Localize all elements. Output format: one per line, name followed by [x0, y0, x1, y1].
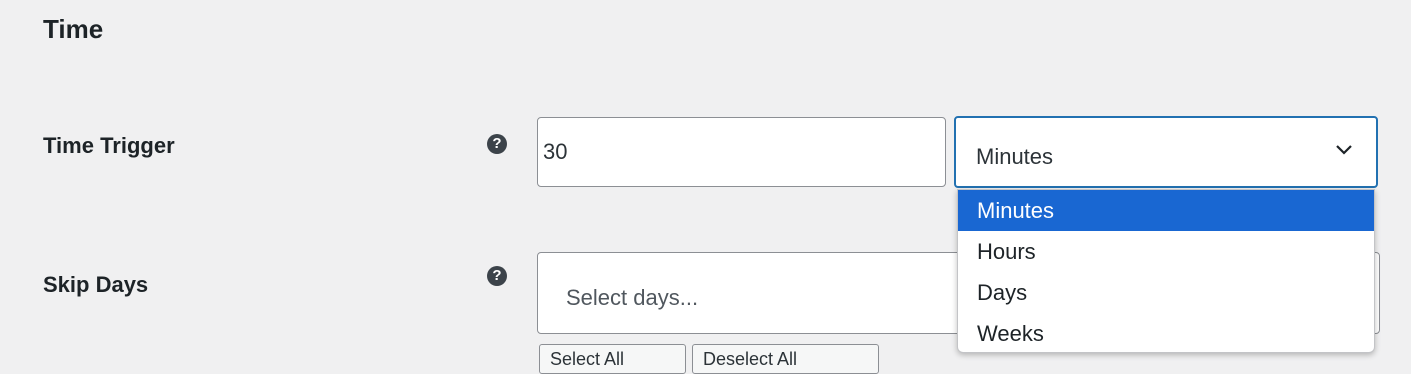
- chevron-down-icon: [1336, 145, 1352, 155]
- skip-days-label: Skip Days: [43, 272, 149, 297]
- time-unit-option-days[interactable]: Days: [958, 272, 1374, 313]
- deselect-all-button[interactable]: Deselect All: [692, 344, 879, 374]
- select-all-button[interactable]: Select All: [539, 344, 686, 374]
- time-unit-option-minutes[interactable]: Minutes: [958, 190, 1374, 231]
- time-unit-dropdown-list: Minutes Hours Days Weeks: [957, 189, 1375, 353]
- time-unit-option-weeks[interactable]: Weeks: [958, 313, 1374, 352]
- section-title: Time: [43, 14, 104, 44]
- time-trigger-label: Time Trigger: [43, 133, 175, 158]
- help-icon[interactable]: ?: [487, 134, 507, 154]
- time-unit-option-hours[interactable]: Hours: [958, 231, 1374, 272]
- help-icon[interactable]: ?: [487, 266, 507, 286]
- time-unit-selected-value: Minutes: [976, 144, 1054, 169]
- time-trigger-value-input[interactable]: [537, 117, 946, 187]
- skip-days-placeholder: Select days...: [566, 285, 699, 310]
- time-unit-select[interactable]: Minutes: [954, 116, 1378, 188]
